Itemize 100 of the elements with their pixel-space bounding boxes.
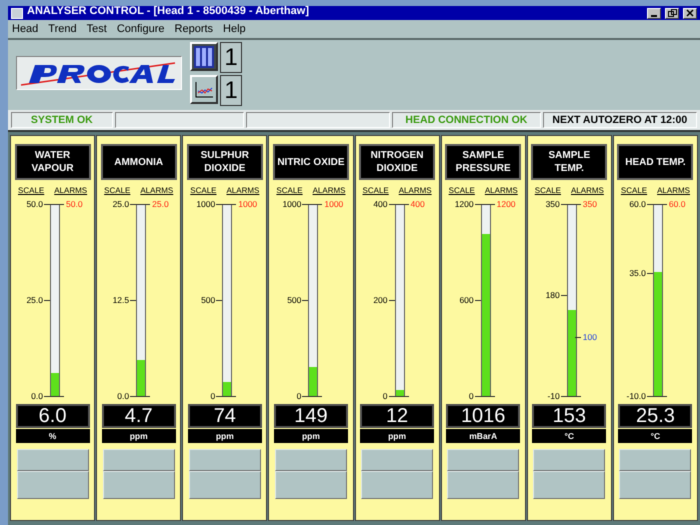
scale-value: 350 [546, 199, 560, 209]
channel-button[interactable] [102, 449, 175, 471]
scale-value: -10 [547, 391, 560, 401]
scale-value: 1000 [196, 199, 216, 209]
scale-value: 25.0 [26, 295, 43, 305]
channel-button[interactable] [16, 449, 89, 471]
scale-value: 400 [373, 199, 388, 209]
close-button[interactable] [683, 8, 697, 18]
alarm-value: 60.0 [668, 199, 686, 209]
channel-button[interactable] [188, 471, 261, 499]
scale-value: 600 [459, 295, 474, 305]
channel-button[interactable] [361, 471, 434, 499]
channel-button[interactable] [447, 471, 520, 499]
line-chart-icon [194, 80, 214, 98]
alarm-value: 100 [582, 332, 597, 342]
scale-label: SCALE [276, 186, 303, 195]
scale-value: 25.0 [112, 199, 130, 209]
scale-value: 35.0 [629, 268, 646, 278]
alarm-value: 25.0 [152, 199, 169, 209]
status-text: SYSTEM OK [30, 114, 93, 126]
counter-display: 1 [220, 75, 242, 106]
channel-name: WATER VAPOUR [14, 144, 91, 180]
channel-name: AMMONIA [100, 144, 177, 180]
scale-label: SCALE [448, 186, 475, 195]
menu-item[interactable]: Help [223, 23, 246, 35]
alarms-label: ALARMS [570, 186, 604, 195]
channel-button[interactable] [188, 449, 261, 471]
reading-display: 25.3 [618, 404, 692, 428]
alarms-label: ALARMS [140, 186, 174, 195]
reading-display: 1016 [446, 404, 520, 428]
alarm-value: 350 [582, 199, 597, 209]
scale-label: SCALE [620, 186, 648, 195]
scale-value: 1200 [454, 199, 474, 209]
scale-value: 0.0 [31, 391, 43, 401]
unit-label: % [16, 429, 90, 443]
reading-display: 6.0 [16, 404, 90, 428]
scale-value: 500 [201, 295, 216, 305]
scale-label: SCALE [18, 186, 44, 195]
scale-value: 200 [373, 295, 388, 305]
channel-button[interactable] [619, 449, 692, 471]
scale-value: 60.0 [629, 199, 646, 209]
scale-label: SCALE [534, 186, 561, 195]
unit-label: °C [532, 429, 606, 443]
channel-button[interactable] [447, 449, 520, 471]
channel-name: SAMPLE TEMP. [531, 144, 608, 180]
channel-button[interactable] [619, 471, 692, 499]
menu-item[interactable]: Head [12, 23, 38, 35]
alarm-value: 400 [410, 199, 425, 209]
alarms-label: ALARMS [54, 186, 88, 195]
scale-value: 180 [546, 290, 560, 300]
channel-button[interactable] [361, 449, 434, 471]
scale-value: -10.0 [626, 391, 646, 401]
restore-icon [668, 9, 676, 17]
menu-item[interactable]: Configure [116, 23, 165, 35]
alarms-label: ALARMS [484, 186, 518, 195]
scale-value: 500 [287, 295, 302, 305]
trend-chart-button[interactable] [190, 75, 218, 104]
scale-label: SCALE [362, 186, 389, 195]
menu-item[interactable]: Trend [48, 23, 77, 35]
alarm-value: 1200 [496, 199, 516, 209]
unit-label: °C [618, 429, 692, 443]
unit-label: ppm [188, 429, 262, 443]
menu-item[interactable]: Test [86, 23, 107, 35]
scale-value: 0 [382, 391, 388, 401]
channel-button[interactable] [274, 471, 347, 499]
bar-gauge-icon [193, 44, 215, 68]
unit-label: ppm [360, 429, 434, 443]
scale-value: 50.0 [26, 199, 43, 209]
unit-label: ppm [102, 429, 176, 443]
scale-value: 0 [210, 391, 216, 401]
channel-name: NITROGEN DIOXIDE [359, 144, 436, 180]
status-text: HEAD CONNECTION OK [405, 114, 528, 126]
scale-label: SCALE [104, 186, 130, 195]
channel-button[interactable] [533, 471, 606, 499]
alarms-label: ALARMS [312, 186, 346, 195]
counter-display: 1 [220, 42, 242, 73]
scale-value: 0 [468, 391, 474, 401]
scale-value: 0 [296, 391, 302, 401]
app-icon [11, 8, 23, 18]
channel-button[interactable] [533, 449, 606, 471]
menu-item[interactable]: Reports [174, 23, 214, 35]
restore-button[interactable] [665, 8, 679, 18]
status-text: NEXT AUTOZERO AT 12:00 [552, 114, 688, 126]
alarm-value: 50.0 [66, 199, 83, 209]
alarms-label: ALARMS [226, 186, 260, 195]
window-title: ANALYSER CONTROL - [Head 1 - 8500439 - Aberthaw] [27, 4, 310, 16]
unit-label: ppm [274, 429, 348, 443]
channel-name: NITRIC OXIDE [272, 144, 349, 180]
channel-name: HEAD TEMP. [617, 144, 694, 180]
channel-button[interactable] [274, 449, 347, 471]
scale-value: 1000 [282, 199, 302, 209]
scale-label: SCALE [190, 186, 216, 195]
bar-gauge-button[interactable] [190, 42, 218, 71]
alarms-label: ALARMS [657, 186, 690, 195]
channel-button[interactable] [102, 471, 175, 499]
reading-display: 74 [188, 404, 262, 428]
channel-name: SULPHUR DIOXIDE [186, 144, 263, 180]
channel-button[interactable] [16, 471, 89, 499]
reading-display: 149 [274, 404, 348, 428]
minimize-button[interactable] [647, 8, 661, 18]
